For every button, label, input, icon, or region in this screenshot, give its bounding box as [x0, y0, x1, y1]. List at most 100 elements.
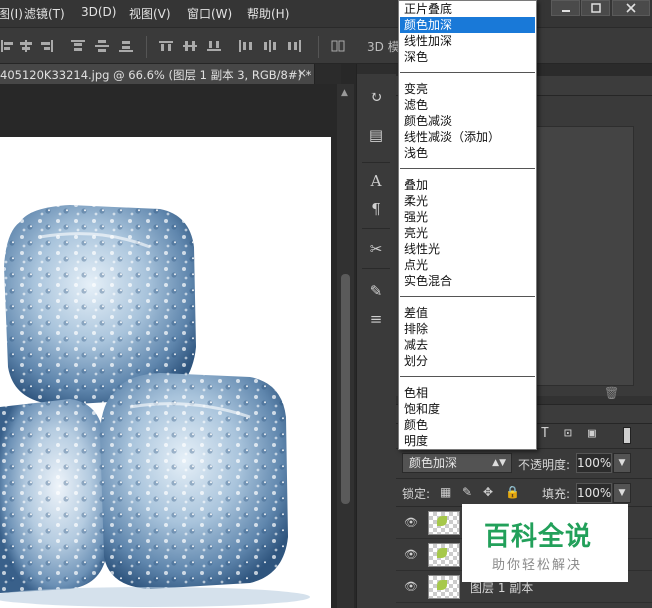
- blend-mode-option[interactable]: 滤色: [400, 97, 535, 113]
- eye-icon[interactable]: 👁: [404, 548, 418, 561]
- layer-thumbnail: [428, 543, 460, 567]
- blend-mode-option[interactable]: 正片叠底: [400, 1, 535, 17]
- blend-mode-option[interactable]: 明度: [400, 433, 535, 449]
- blend-mode-option[interactable]: 深色: [400, 49, 535, 65]
- blend-mode-option[interactable]: 颜色: [400, 417, 535, 433]
- lock-row: 锁定: ▦ ✎ ✥ 🔒 填充: 100% ▼: [396, 478, 652, 506]
- fill-dropdown-button[interactable]: ▼: [613, 483, 631, 503]
- eye-icon[interactable]: 👁: [404, 516, 418, 529]
- lock-transparent-icon[interactable]: ▦: [440, 485, 451, 499]
- shape-filter-icon[interactable]: ⊡: [564, 426, 572, 441]
- blend-mode-select[interactable]: 颜色加深 ▲▼: [402, 453, 512, 473]
- blend-mode-option[interactable]: 排除: [400, 321, 535, 337]
- menu-window[interactable]: 窗口(W): [187, 5, 232, 22]
- menu-image[interactable]: 图(I): [0, 5, 23, 22]
- options-bar: 3D 模: [0, 27, 652, 64]
- lock-image-icon[interactable]: ✎: [462, 485, 472, 499]
- blend-mode-option[interactable]: 柔光: [400, 193, 535, 209]
- paragraph-icon[interactable]: ¶: [365, 198, 387, 220]
- opacity-dropdown-button[interactable]: ▼: [613, 453, 631, 473]
- close-icon: [626, 3, 636, 13]
- blend-mode-option[interactable]: 颜色加深: [400, 17, 535, 33]
- close-window-button[interactable]: [612, 0, 650, 16]
- menu-view[interactable]: 视图(V): [129, 5, 171, 22]
- blend-mode-option[interactable]: 浅色: [400, 145, 535, 161]
- menu-help[interactable]: 帮助(H): [247, 5, 289, 22]
- document-tab-close-button[interactable]: ×: [297, 66, 307, 80]
- minimize-button[interactable]: [551, 0, 580, 16]
- ice-cubes-image: [0, 205, 310, 607]
- maximize-button[interactable]: [581, 0, 610, 16]
- lock-all-icon[interactable]: 🔒: [505, 485, 520, 499]
- blend-mode-option[interactable]: 强光: [400, 209, 535, 225]
- menu-3d[interactable]: 3D(D): [81, 5, 116, 19]
- tab-strip: [315, 64, 341, 84]
- smart-object-filter-icon[interactable]: ▣: [588, 426, 596, 441]
- eye-icon[interactable]: 👁: [404, 580, 418, 593]
- blend-mode-option[interactable]: 线性加深: [400, 33, 535, 49]
- character-icon[interactable]: A: [365, 170, 387, 192]
- distribute-right-icon[interactable]: [206, 39, 222, 53]
- blend-mode-option[interactable]: 线性减淡（添加）: [400, 129, 535, 145]
- options-separator: [146, 36, 147, 58]
- align-right-edges-icon[interactable]: [38, 39, 54, 53]
- blend-mode-option[interactable]: 减去: [400, 337, 535, 353]
- brush-icon[interactable]: ✎: [365, 280, 387, 302]
- distribute-spacing-center-icon[interactable]: [262, 39, 278, 53]
- document-tab[interactable]: 405120K33214.jpg @ 66.6% (图层 1 副本 3, RGB…: [0, 64, 315, 84]
- scrollbar-thumb[interactable]: [341, 274, 350, 504]
- layer-thumbnail: [428, 575, 460, 599]
- align-h-centers-icon[interactable]: [18, 39, 34, 53]
- distribute-left-icon[interactable]: [158, 39, 174, 53]
- tool-presets-icon[interactable]: ✂: [365, 238, 387, 260]
- menu-filter[interactable]: 滤镜(T): [24, 5, 65, 22]
- vertical-scrollbar[interactable]: ▲: [337, 84, 354, 608]
- distribute-spacing-left-icon[interactable]: [238, 39, 254, 53]
- actions-icon[interactable]: ▤: [365, 124, 387, 146]
- scroll-up-arrow-icon[interactable]: ▲: [341, 88, 348, 98]
- blend-mode-separator: [400, 168, 535, 169]
- blend-mode-separator: [400, 296, 535, 297]
- blend-mode-option[interactable]: 变亮: [400, 81, 535, 97]
- panel-list: [534, 126, 634, 386]
- align-left-edges-icon[interactable]: [0, 39, 16, 53]
- lock-position-icon[interactable]: ✥: [483, 485, 493, 499]
- blend-mode-option[interactable]: 划分: [400, 353, 535, 369]
- blend-row: 颜色加深 ▲▼ 不透明度: 100% ▼: [396, 448, 652, 478]
- blend-mode-option[interactable]: 色相: [400, 385, 535, 401]
- blend-mode-option[interactable]: 亮光: [400, 225, 535, 241]
- opacity-input[interactable]: 100%: [576, 453, 612, 473]
- 3d-mode-label: 3D 模: [367, 40, 400, 54]
- history-icon[interactable]: ↻: [365, 86, 387, 108]
- panel-icon-column: ↻ ▤ A ¶ ✂ ✎ ≡: [356, 64, 397, 608]
- type-filter-icon[interactable]: T: [541, 426, 549, 441]
- blend-mode-separator: [400, 376, 535, 377]
- distribute-bottom-icon[interactable]: [118, 39, 134, 53]
- panel-separator: [362, 228, 390, 229]
- document-canvas[interactable]: [0, 137, 331, 608]
- blend-mode-option[interactable]: 点光: [400, 257, 535, 273]
- distribute-spacing-right-icon[interactable]: [286, 39, 302, 53]
- distribute-v-center-icon[interactable]: [94, 39, 110, 53]
- watermark-subtitle: 助你轻松解决: [492, 558, 583, 573]
- brush-presets-icon[interactable]: ≡: [365, 308, 387, 330]
- blend-mode-option[interactable]: 线性光: [400, 241, 535, 257]
- blend-mode-option[interactable]: 颜色减淡: [400, 113, 535, 129]
- distribute-top-icon[interactable]: [70, 39, 86, 53]
- blend-mode-option[interactable]: 差值: [400, 305, 535, 321]
- options-separator: [318, 36, 319, 58]
- minimize-icon: [561, 10, 570, 12]
- blend-mode-option[interactable]: 饱和度: [400, 401, 535, 417]
- document-tab-title: 405120K33214.jpg @ 66.6% (图层 1 副本 3, RGB…: [0, 68, 312, 82]
- blend-mode-option[interactable]: 叠加: [400, 177, 535, 193]
- distribute-h-center-icon[interactable]: [182, 39, 198, 53]
- fill-label: 填充:: [542, 487, 571, 501]
- fill-input[interactable]: 100%: [576, 483, 612, 503]
- panel-separator: [362, 268, 390, 269]
- filter-toggle[interactable]: [623, 427, 631, 444]
- lock-label: 锁定:: [402, 487, 431, 501]
- auto-align-icon[interactable]: [330, 39, 346, 53]
- panel-collapse-bar[interactable]: [357, 64, 397, 74]
- blend-mode-option[interactable]: 实色混合: [400, 273, 535, 289]
- trash-icon[interactable]: 🗑: [604, 386, 619, 400]
